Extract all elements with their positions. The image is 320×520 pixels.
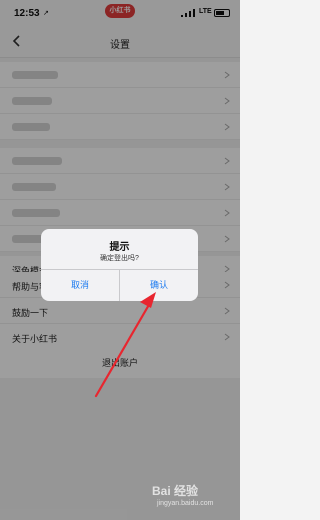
watermark-url: jingyan.baidu.com (157, 500, 214, 507)
confirm-button[interactable]: 确认 (120, 270, 198, 301)
watermark-logo: Bai 经验 (152, 484, 199, 498)
confirm-dialog: 提示 确定登出吗? 取消 确认 (41, 229, 198, 301)
cancel-button[interactable]: 取消 (41, 270, 119, 301)
dialog-message: 确定登出吗? (100, 255, 139, 262)
dialog-title: 提示 (109, 242, 130, 253)
